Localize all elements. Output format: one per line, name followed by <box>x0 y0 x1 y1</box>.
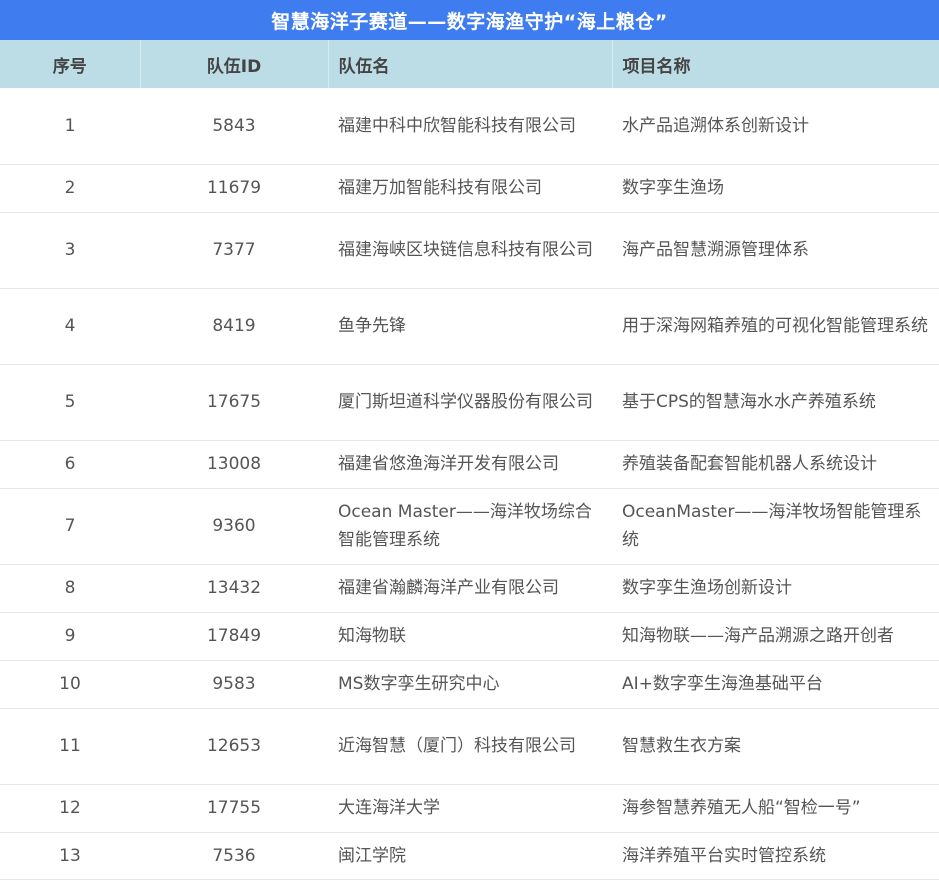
cell-no: 6 <box>64 454 76 474</box>
table-header-row: 序号 队伍ID 队伍名 项目名称 <box>0 40 939 88</box>
cell-team-name: MS数字孪生研究中心 <box>338 674 500 694</box>
cell-no: 1 <box>64 115 76 136</box>
cell-no: 8 <box>64 578 76 598</box>
cell-team-id: 5843 <box>212 115 256 136</box>
cell-project-name: 海参智慧养殖无人船“智检一号” <box>622 798 861 818</box>
cell-team-name: 知海物联 <box>338 626 406 646</box>
table-title: 智慧海洋子赛道——数字海渔守护“海上粮仓” <box>0 0 939 40</box>
cell-project-name: 基于CPS的智慧海水水产养殖系统 <box>622 392 876 412</box>
cell-project-name: 海洋养殖平台实时管控系统 <box>622 845 826 866</box>
column-header-project-name: 项目名称 <box>622 56 691 77</box>
table-row: 7 9360 Ocean Master——海洋牧场综合智能管理系统 OceanM… <box>0 488 939 564</box>
table-row: 8 13432 福建省瀚麟海洋产业有限公司 数字孪生渔场创新设计 <box>0 564 939 612</box>
column-header-no: 序号 <box>0 40 141 88</box>
cell-team-name: 大连海洋大学 <box>338 798 440 818</box>
table-row: 6 13008 福建省悠渔海洋开发有限公司 养殖装备配套智能机器人系统设计 <box>0 440 939 488</box>
cell-team-id: 7377 <box>212 240 256 260</box>
cell-project-name: 智慧救生衣方案 <box>622 736 741 756</box>
cell-team-name: Ocean Master——海洋牧场综合智能管理系统 <box>338 502 592 550</box>
cell-project-name: 养殖装备配套智能机器人系统设计 <box>622 454 877 474</box>
cell-project-name: 水产品追溯体系创新设计 <box>622 115 809 136</box>
table-row: 3 7377 福建海峡区块链信息科技有限公司 海产品智慧溯源管理体系 <box>0 212 939 288</box>
cell-no: 3 <box>64 240 76 260</box>
cell-team-name: 近海智慧（厦门）科技有限公司 <box>338 736 576 756</box>
column-header-team-name: 队伍名 <box>328 40 613 88</box>
cell-no: 11 <box>59 736 81 756</box>
column-header-team-id: 队伍ID <box>140 40 329 88</box>
cell-no: 12 <box>59 798 81 818</box>
cell-team-id: 9583 <box>212 674 256 694</box>
cell-team-id: 17755 <box>206 798 262 818</box>
cell-team-id: 11679 <box>206 178 262 198</box>
cell-team-id: 9360 <box>212 516 256 536</box>
table-row: 12 17755 大连海洋大学 海参智慧养殖无人船“智检一号” <box>0 784 939 832</box>
cell-project-name: OceanMaster——海洋牧场智能管理系统 <box>622 502 922 550</box>
teams-table: 序号 队伍ID 队伍名 项目名称 1 5843 福建中科中欣智能科技有限公司 水… <box>0 40 939 880</box>
cell-no: 4 <box>64 316 76 336</box>
cell-team-name: 福建万加智能科技有限公司 <box>338 178 542 198</box>
cell-team-name: 福建海峡区块链信息科技有限公司 <box>338 240 593 260</box>
cell-project-name: 用于深海网箱养殖的可视化智能管理系统 <box>622 316 928 336</box>
cell-team-name: 福建省瀚麟海洋产业有限公司 <box>338 578 559 598</box>
table-row: 2 11679 福建万加智能科技有限公司 数字孪生渔场 <box>0 164 939 212</box>
cell-project-name: 数字孪生渔场创新设计 <box>622 578 792 598</box>
cell-team-id: 13008 <box>206 454 262 474</box>
cell-no: 9 <box>64 626 76 646</box>
cell-team-name: 闽江学院 <box>338 845 406 866</box>
cell-project-name: AI+数字孪生海渔基础平台 <box>622 674 823 694</box>
cell-team-name: 福建中科中欣智能科技有限公司 <box>338 115 576 136</box>
cell-no: 7 <box>64 516 76 536</box>
table-row: 11 12653 近海智慧（厦门）科技有限公司 智慧救生衣方案 <box>0 708 939 784</box>
cell-no: 2 <box>64 178 76 198</box>
table-row: 13 7536 闽江学院 海洋养殖平台实时管控系统 <box>0 832 939 879</box>
cell-team-name: 鱼争先锋 <box>338 316 406 336</box>
cell-team-id: 12653 <box>206 736 262 756</box>
cell-project-name: 数字孪生渔场 <box>622 178 724 198</box>
cell-no: 5 <box>64 392 76 412</box>
cell-team-id: 17675 <box>206 392 262 412</box>
cell-no: 10 <box>59 674 81 694</box>
cell-project-name: 海产品智慧溯源管理体系 <box>622 240 809 260</box>
table-row: 4 8419 鱼争先锋 用于深海网箱养殖的可视化智能管理系统 <box>0 288 939 364</box>
cell-project-name: 知海物联——海产品溯源之路开创者 <box>622 626 894 646</box>
cell-team-name: 厦门斯坦道科学仪器股份有限公司 <box>338 392 593 412</box>
table-row: 9 17849 知海物联 知海物联——海产品溯源之路开创者 <box>0 612 939 660</box>
table-row: 10 9583 MS数字孪生研究中心 AI+数字孪生海渔基础平台 <box>0 660 939 708</box>
table-row: 1 5843 福建中科中欣智能科技有限公司 水产品追溯体系创新设计 <box>0 88 939 164</box>
cell-team-name: 福建省悠渔海洋开发有限公司 <box>338 454 559 474</box>
page: 智慧海洋子赛道——数字海渔守护“海上粮仓” 序号 队伍ID 队伍名 项目名称 1… <box>0 0 939 880</box>
cell-team-id: 7536 <box>212 845 256 866</box>
cell-team-id: 13432 <box>206 578 262 598</box>
cell-no: 13 <box>59 845 81 866</box>
cell-team-id: 17849 <box>206 626 262 646</box>
table-row: 5 17675 厦门斯坦道科学仪器股份有限公司 基于CPS的智慧海水水产养殖系统 <box>0 364 939 440</box>
cell-team-id: 8419 <box>212 316 256 336</box>
